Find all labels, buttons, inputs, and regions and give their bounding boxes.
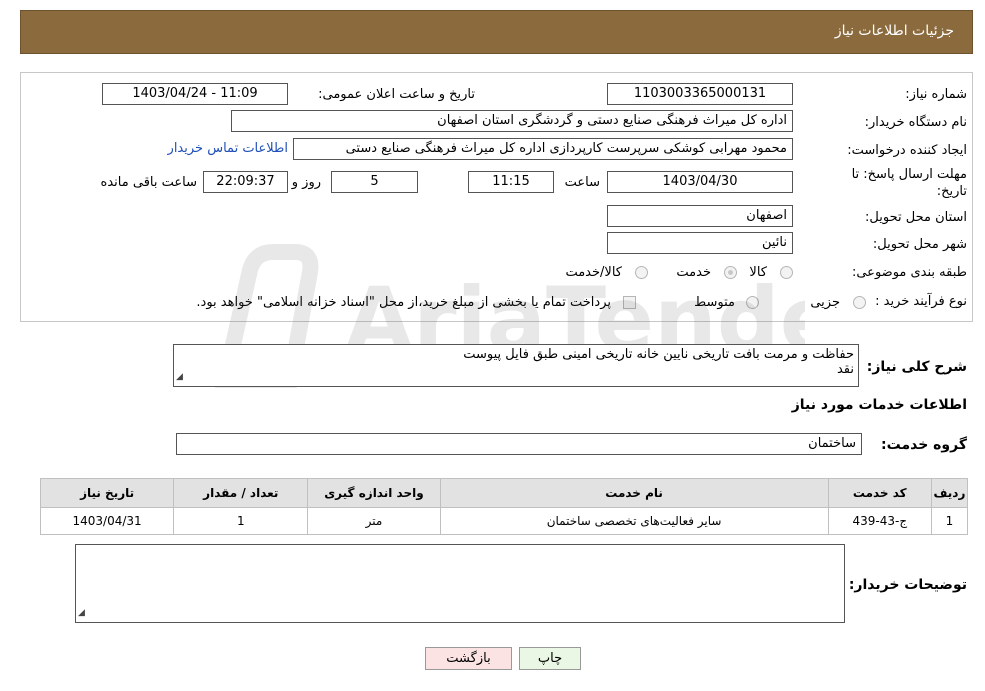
- remaining-time-label: ساعت باقی مانده: [100, 175, 197, 190]
- category-radio-service[interactable]: [724, 266, 737, 279]
- province-field: اصفهان: [607, 205, 793, 227]
- cell-quantity: 1: [173, 507, 309, 535]
- col-quantity: تعداد / مقدار: [173, 478, 309, 508]
- description-textarea[interactable]: حفاظت و مرمت بافت تاریخی نایین خانه تاری…: [173, 344, 859, 387]
- cell-need-date: 1403/04/31: [39, 507, 175, 535]
- announce-field: 1403/04/24 - 11:09: [102, 83, 288, 105]
- col-unit: واحد اندازه گیری: [307, 478, 441, 508]
- treasury-payment-note: پرداخت تمام یا بخشی از مبلغ خرید،از محل …: [196, 295, 611, 310]
- buyer-contact-link[interactable]: اطلاعات تماس خریدار: [168, 141, 288, 156]
- city-field: نائین: [607, 232, 793, 254]
- buyer-org-label: نام دستگاه خریدار:: [864, 115, 967, 130]
- services-section-title: اطلاعات خدمات مورد نیاز: [791, 397, 967, 413]
- col-row-number: ردیف: [930, 478, 969, 508]
- buyer-org-field: اداره کل میراث فرهنگی صنایع دستی و گردشگ…: [231, 110, 793, 132]
- category-option-service: خدمت: [676, 265, 711, 280]
- creator-label: ایجاد کننده درخواست:: [847, 143, 967, 158]
- purchase-radio-medium[interactable]: [746, 296, 759, 309]
- days-label: روز و: [291, 175, 321, 190]
- cell-row-number: 1: [930, 507, 969, 535]
- deadline-label-date: تاریخ:: [936, 184, 967, 199]
- page-header: جزئیات اطلاعات نیاز: [20, 10, 973, 54]
- buyer-notes-label: توضیحات خریدار:: [848, 577, 967, 593]
- services-table: ردیف کد خدمت نام خدمت واحد اندازه گیری ت…: [39, 478, 969, 535]
- remaining-time-field: 22:09:37: [203, 171, 288, 193]
- days-field: 5: [331, 171, 418, 193]
- cell-service-code: ج-43-439: [827, 507, 932, 535]
- table-header-row: ردیف کد خدمت نام خدمت واحد اندازه گیری ت…: [39, 478, 969, 508]
- purchase-option-medium: متوسط: [694, 295, 735, 310]
- deadline-date-field: 1403/04/30: [607, 171, 793, 193]
- resize-grip-icon[interactable]: ◢: [176, 370, 183, 385]
- buyer-notes-textarea[interactable]: ◢: [75, 544, 845, 623]
- cell-unit: متر: [307, 507, 441, 535]
- city-label: شهر محل تحویل:: [872, 237, 967, 252]
- service-group-label: گروه خدمت:: [881, 437, 967, 453]
- province-label: استان محل تحویل:: [865, 210, 967, 225]
- purchase-option-minor: جزیی: [810, 295, 840, 310]
- deadline-time-field: 11:15: [468, 171, 554, 193]
- col-service-code: کد خدمت: [827, 478, 932, 508]
- deadline-time-label: ساعت: [564, 175, 600, 190]
- need-number-label: شماره نیاز:: [905, 87, 967, 102]
- service-group-field: ساختمان: [176, 433, 862, 455]
- category-option-goods-service: کالا/خدمت: [565, 265, 622, 280]
- category-radio-goods-service[interactable]: [635, 266, 648, 279]
- category-radio-goods[interactable]: [780, 266, 793, 279]
- description-label: شرح کلی نیاز:: [866, 359, 967, 375]
- page-title: جزئیات اطلاعات نیاز: [834, 23, 954, 39]
- need-number-field: 1103003365000131: [607, 83, 793, 105]
- resize-grip-icon[interactable]: ◢: [78, 606, 85, 621]
- deadline-label: مهلت ارسال پاسخ: تا: [851, 167, 967, 182]
- announce-label: تاریخ و ساعت اعلان عمومی:: [318, 87, 475, 102]
- description-line-2: نقد: [836, 362, 854, 377]
- description-line-1: حفاظت و مرمت بافت تاریخی نایین خانه تاری…: [463, 347, 854, 362]
- purchase-radio-minor[interactable]: [853, 296, 866, 309]
- category-option-goods: کالا: [749, 265, 767, 280]
- col-need-date: تاریخ نیاز: [39, 478, 175, 508]
- print-button[interactable]: چاپ: [519, 647, 581, 670]
- creator-field: محمود مهرابی کوشکی سرپرست کارپردازی ادار…: [293, 138, 793, 160]
- table-row: 1 ج-43-439 سایر فعالیت‌های تخصصی ساختمان…: [39, 507, 969, 535]
- cell-service-name: سایر فعالیت‌های تخصصی ساختمان: [439, 507, 829, 535]
- col-service-name: نام خدمت: [439, 478, 829, 508]
- back-button[interactable]: بازگشت: [425, 647, 512, 670]
- category-label: طبقه بندی موضوعی:: [851, 265, 967, 280]
- purchase-type-label: نوع فرآیند خرید :: [875, 294, 967, 309]
- treasury-payment-checkbox[interactable]: [623, 296, 636, 309]
